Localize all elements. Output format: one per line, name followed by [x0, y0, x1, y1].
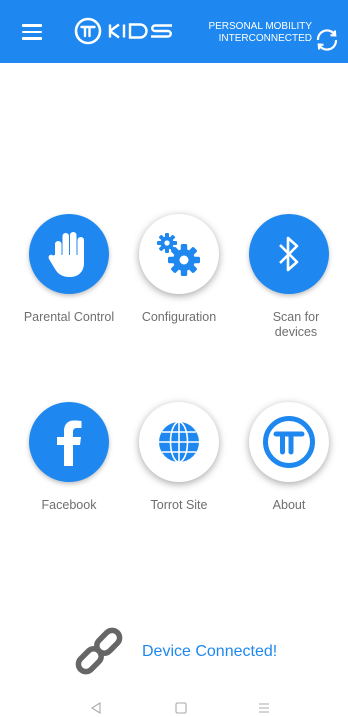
hand-icon — [29, 214, 109, 294]
tagline-line1: PERSONAL MOBILITY — [208, 21, 312, 32]
globe-icon — [139, 402, 219, 482]
tagline-line2: INTERCONNECTED — [218, 33, 312, 44]
connection-status: Device Connected! — [74, 626, 314, 676]
torrot-site-button[interactable]: Torrot Site — [124, 402, 234, 513]
app-logo — [74, 17, 179, 50]
refresh-icon[interactable] — [314, 27, 340, 58]
app-header: PERSONAL MOBILITY INTERCONNECTED — [0, 0, 348, 63]
tile-label-scan-devices: Scan for devices — [272, 310, 320, 339]
gears-icon — [139, 214, 219, 294]
connection-status-text: Device Connected! — [142, 643, 278, 660]
recents-lines-icon[interactable] — [258, 702, 270, 714]
about-button[interactable]: About — [234, 402, 344, 513]
parental-control-button[interactable]: Parental Control — [14, 214, 124, 325]
home-square-icon[interactable] — [175, 702, 187, 714]
system-nav-bar — [0, 696, 348, 717]
back-triangle-icon[interactable] — [90, 702, 102, 714]
facebook-button[interactable]: Facebook — [14, 402, 124, 513]
facebook-icon — [29, 402, 109, 482]
tile-label-torrot-site: Torrot Site — [150, 498, 208, 512]
tile-label-configuration: Configuration — [141, 310, 217, 324]
torrot-logo-icon — [249, 402, 329, 482]
link-icon — [75, 627, 123, 675]
menu-button[interactable] — [22, 24, 42, 40]
scan-devices-button[interactable]: Scan for devices — [234, 214, 344, 340]
header-tagline: PERSONAL MOBILITY INTERCONNECTED — [196, 21, 312, 45]
tile-label-facebook: Facebook — [41, 498, 97, 512]
tile-label-about: About — [272, 498, 306, 512]
tile-label-parental-control: Parental Control — [23, 310, 115, 324]
configuration-button[interactable]: Configuration — [124, 214, 234, 325]
bluetooth-icon — [249, 214, 329, 294]
